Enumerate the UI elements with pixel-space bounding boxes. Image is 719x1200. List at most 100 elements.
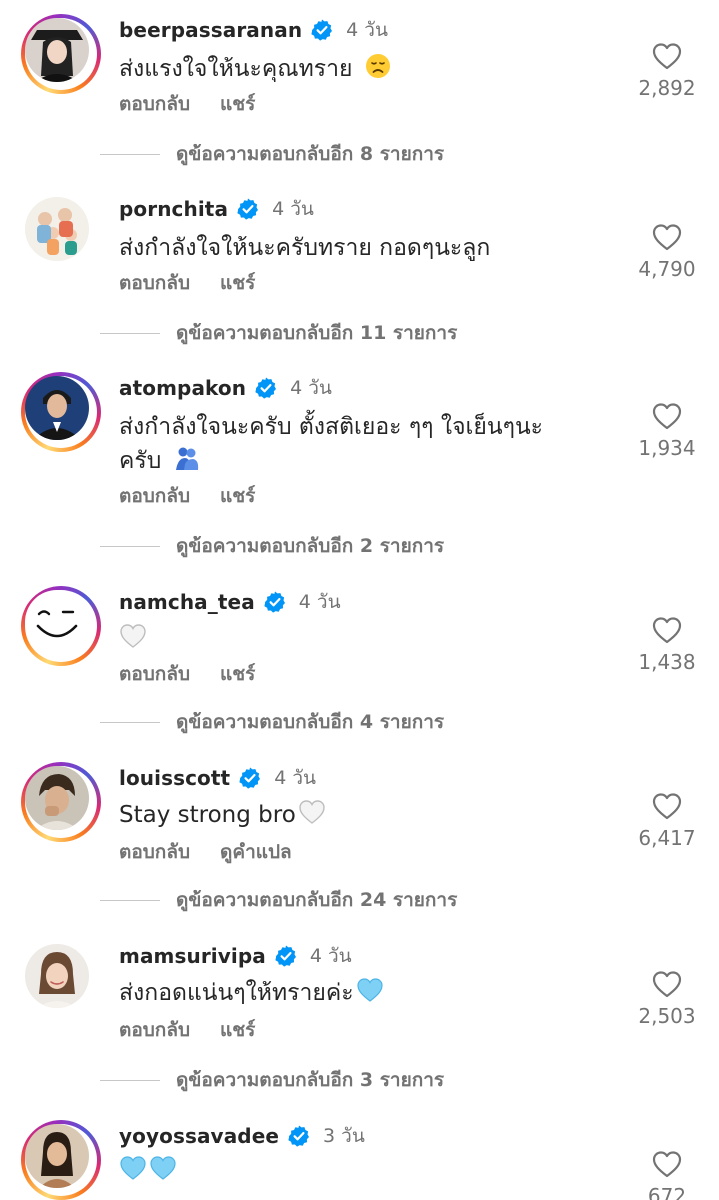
comment-header: pornchita 4 วัน [119,193,314,225]
divider-line [100,545,160,547]
avatar-ring[interactable] [21,940,101,1020]
heart-icon[interactable] [652,223,682,251]
avatar[interactable] [25,766,89,830]
share-button[interactable]: แชร์ [220,89,255,119]
heart-icon[interactable] [652,1150,682,1178]
divider-line [100,721,160,723]
comment-actions: ตอบกลับ แชร์ [119,90,255,118]
username[interactable]: namcha_tea [119,590,255,614]
reply-button[interactable]: ตอบกลับ [119,89,190,119]
comment-header: atompakon 4 วัน [119,372,332,404]
verified-badge-icon [254,376,278,400]
avatar-image [25,590,89,654]
comments-list: beerpassaranan 4 วัน ส่งแรงใจให้นะคุณทรา… [0,0,719,1200]
share-button[interactable]: แชร์ [220,268,255,298]
avatar-image [25,944,89,1008]
reply-button[interactable]: ตอบกลับ [119,837,190,867]
reply-button[interactable]: ตอบกลับ [119,268,190,298]
comment-time: 4 วัน [309,945,352,967]
like-count: 1,438 [638,650,696,674]
heart-icon[interactable] [652,616,682,644]
comment-header: namcha_tea 4 วัน [119,586,341,618]
see-translation-button[interactable]: ดูคำแปล [220,837,292,867]
view-more-replies[interactable]: ดูข้อความตอบกลับอีก 11 รายการ [100,319,457,347]
comment-text [119,622,147,656]
verified-badge-icon [274,944,298,968]
reply-button[interactable]: ตอบกลับ [119,659,190,689]
verified-badge-icon [263,590,287,614]
like-column: 1,438 [630,616,704,674]
share-button[interactable]: แชร์ [220,481,255,511]
comment-text: ส่งแรงใจให้นะคุณทราย [119,52,392,86]
like-column: 4,790 [630,223,704,281]
comment-time: 4 วัน [346,19,388,41]
like-count: 672 [647,1184,687,1200]
comment-text: ส่งกำลังใจนะครับ ตั้งสติเยอะ ๆๆ ใจเย็นๆน… [119,410,543,478]
heart-icon[interactable] [652,970,682,998]
comment-time: 4 วัน [298,591,341,613]
comment-header: mamsurivipa 4 วัน [119,940,352,972]
reply-button[interactable]: ตอบกลับ [119,1015,190,1045]
heart-icon[interactable] [652,792,682,820]
avatar[interactable] [25,590,89,654]
view-more-replies[interactable]: ดูข้อความตอบกลับอีก 3 รายการ [100,1066,444,1094]
avatar[interactable] [25,944,89,1008]
divider-line [100,332,160,334]
share-button[interactable]: แชร์ [220,1015,255,1045]
avatar[interactable] [25,18,89,82]
avatar-ring[interactable] [21,193,101,273]
verified-badge-icon [287,1124,311,1148]
view-replies-label[interactable]: ดูข้อความตอบกลับอีก 24 รายการ [176,885,457,915]
comment-time: 4 วัน [272,198,314,220]
avatar-image [25,18,89,82]
view-more-replies[interactable]: ดูข้อความตอบกลับอีก 4 รายการ [100,708,444,736]
verified-badge-icon [236,197,260,221]
comment-text-content: ส่งกำลังใจให้นะครับทราย กอดๆนะลูก [119,235,491,261]
avatar-story-ring[interactable] [21,14,101,94]
view-more-replies[interactable]: ดูข้อความตอบกลับอีก 24 รายการ [100,886,457,914]
avatar-image [25,1124,89,1188]
username[interactable]: louisscott [119,766,230,790]
avatar-story-ring[interactable] [21,372,101,452]
people-hugging-emoji-icon [173,444,201,472]
white-heart-emoji-icon [119,622,147,650]
avatar[interactable] [25,1124,89,1188]
like-count: 2,892 [638,76,696,100]
username[interactable]: yoyossavadee [119,1124,279,1148]
view-replies-label[interactable]: ดูข้อความตอบกลับอีก 11 รายการ [176,318,457,348]
verified-badge-icon [238,766,262,790]
comment-time: 3 วัน [323,1125,365,1147]
heart-icon[interactable] [652,402,682,430]
username[interactable]: mamsurivipa [119,944,266,968]
like-column: 2,892 [630,42,704,100]
avatar-story-ring[interactable] [21,1120,101,1200]
like-count: 1,934 [638,436,696,460]
view-replies-label[interactable]: ดูข้อความตอบกลับอีก 8 รายการ [176,139,444,169]
white-heart-emoji-icon [298,798,326,826]
sad-face-emoji-icon [364,52,392,80]
share-button[interactable]: แชร์ [220,659,255,689]
like-count: 2,503 [638,1004,696,1028]
view-more-replies[interactable]: ดูข้อความตอบกลับอีก 2 รายการ [100,532,444,560]
avatar-story-ring[interactable] [21,586,101,666]
comment-actions: ตอบกลับ ดูคำแปล [119,838,292,866]
avatar-story-ring[interactable] [21,762,101,842]
username[interactable]: beerpassaranan [119,18,302,42]
username[interactable]: atompakon [119,376,246,400]
avatar[interactable] [25,197,89,261]
username[interactable]: pornchita [119,197,228,221]
view-more-replies[interactable]: ดูข้อความตอบกลับอีก 8 รายการ [100,140,444,168]
avatar-image [25,376,89,440]
verified-badge-icon [310,18,334,42]
divider-line [100,899,160,901]
avatar[interactable] [25,376,89,440]
reply-button[interactable]: ตอบกลับ [119,481,190,511]
view-replies-label[interactable]: ดูข้อความตอบกลับอีก 3 รายการ [176,1065,444,1095]
comment-text: ส่งกำลังใจให้นะครับทราย กอดๆนะลูก [119,231,490,265]
heart-icon[interactable] [652,42,682,70]
comment-actions: ตอบกลับ แชร์ [119,1016,255,1044]
avatar-image [25,197,89,261]
view-replies-label[interactable]: ดูข้อความตอบกลับอีก 4 รายการ [176,707,444,737]
like-column: 672 [630,1150,704,1200]
view-replies-label[interactable]: ดูข้อความตอบกลับอีก 2 รายการ [176,531,444,561]
